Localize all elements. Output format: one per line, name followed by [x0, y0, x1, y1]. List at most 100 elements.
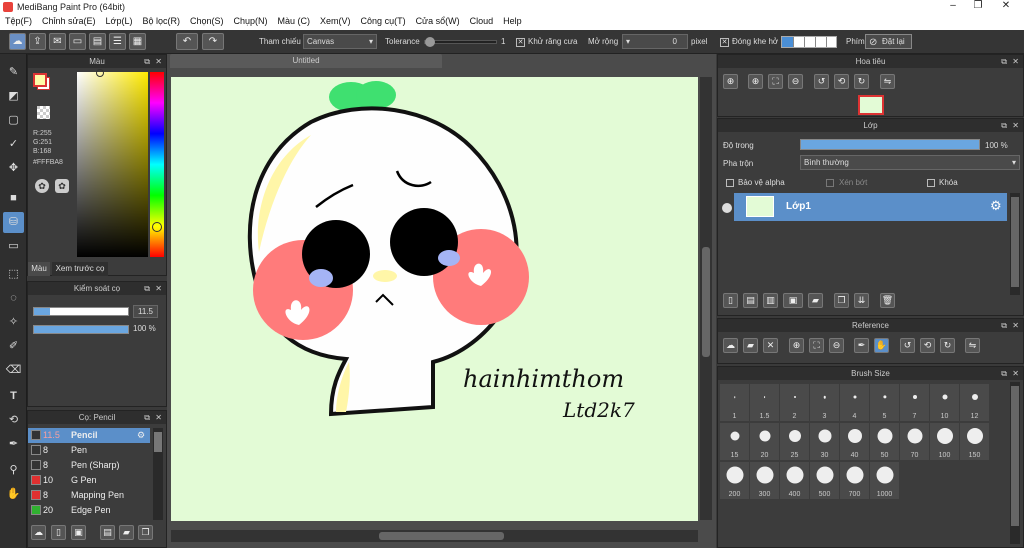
reset-button[interactable]: ⊘ Đặt lại: [865, 34, 912, 49]
lasso-tool-icon[interactable]: ◌: [3, 288, 24, 309]
panel-close-icon[interactable]: ✕: [1012, 55, 1019, 68]
brush-size-cell[interactable]: 4: [840, 384, 869, 421]
rotate-right-icon[interactable]: ↻: [854, 74, 869, 89]
eraser-tool-icon[interactable]: ◩: [3, 86, 24, 107]
reference-open-icon[interactable]: ▰: [743, 338, 758, 353]
gap-level-1[interactable]: [782, 37, 793, 47]
reference-flip-icon[interactable]: ⇋: [965, 338, 980, 353]
layer-visibility-icon[interactable]: [722, 203, 732, 213]
panel-float-icon[interactable]: ⧉: [1001, 319, 1007, 332]
brush-size-cell[interactable]: 30: [810, 423, 839, 460]
brush-size-cell[interactable]: 12: [960, 384, 989, 421]
panel-close-icon[interactable]: ✕: [1012, 367, 1019, 380]
brush-size-cell[interactable]: 5: [870, 384, 899, 421]
palette-icon[interactable]: ✿: [35, 179, 49, 193]
close-gap-checkbox[interactable]: ✕: [720, 38, 729, 47]
brush-size-cell[interactable]: 15: [720, 423, 749, 460]
brush-size-cell[interactable]: 400: [780, 462, 809, 499]
brush-size-cell[interactable]: 50: [870, 423, 899, 460]
new-8bit-layer-icon[interactable]: ▥: [763, 293, 778, 308]
brush-size-cell[interactable]: 20: [750, 423, 779, 460]
drawing-canvas[interactable]: hainhimthom Ltd2k7: [171, 77, 698, 521]
text-tool-icon[interactable]: T: [3, 386, 24, 407]
brush-size-cell[interactable]: 40: [840, 423, 869, 460]
scrollbar-thumb[interactable]: [1011, 197, 1019, 287]
comment-icon[interactable]: ✉: [49, 33, 66, 50]
reset-rotation-icon[interactable]: ⟲: [834, 74, 849, 89]
reference-zoom-in-icon[interactable]: ⊕: [789, 338, 804, 353]
bucket-tool-icon[interactable]: ⛁: [3, 212, 24, 233]
divide-tool-icon[interactable]: ✒: [3, 434, 24, 455]
reference-rotate-left-icon[interactable]: ↺: [900, 338, 915, 353]
eyedropper-tool-icon[interactable]: ⚲: [3, 460, 24, 481]
brush-size-cell[interactable]: 1: [720, 384, 749, 421]
minimize-icon[interactable]: –: [943, 0, 963, 11]
menu-cloud[interactable]: Cloud: [465, 15, 499, 27]
tab-brush-preview[interactable]: Xem trước cọ: [52, 262, 108, 276]
flip-horizontal-icon[interactable]: ⇋: [880, 74, 895, 89]
brush-size-cell[interactable]: 70: [900, 423, 929, 460]
layer-folder-icon[interactable]: ▰: [808, 293, 823, 308]
lock-checkbox[interactable]: [927, 179, 935, 187]
new-layer-icon[interactable]: ▯: [723, 293, 738, 308]
brush-opacity-slider[interactable]: [33, 325, 129, 334]
select-eraser-tool-icon[interactable]: ⌫: [3, 360, 24, 381]
panel-close-icon[interactable]: ✕: [155, 55, 162, 68]
panel-float-icon[interactable]: ⧉: [144, 411, 150, 424]
menu-layer[interactable]: Lớp(L): [101, 15, 138, 27]
menu-color[interactable]: Màu (C): [273, 15, 316, 27]
expand-input[interactable]: ▾ 0: [622, 34, 688, 49]
antialias-checkbox[interactable]: ✕: [516, 38, 525, 47]
tab-color[interactable]: Màu: [28, 262, 50, 276]
tolerance-slider[interactable]: [424, 37, 497, 47]
brush-size-cell[interactable]: 25: [780, 423, 809, 460]
gradient-tool-icon[interactable]: ▭: [3, 236, 24, 257]
canvas-horizontal-scrollbar[interactable]: [171, 530, 698, 542]
brush-duplicate-icon[interactable]: ❐: [138, 525, 153, 540]
hue-slider[interactable]: [150, 72, 164, 257]
brush-folder-icon[interactable]: ▰: [119, 525, 134, 540]
new-halftone-layer-icon[interactable]: ▤: [743, 293, 758, 308]
reference-cloud-icon[interactable]: ☁: [723, 338, 738, 353]
reference-hand-icon[interactable]: ✋: [874, 338, 889, 353]
share-icon[interactable]: ⇪: [29, 33, 46, 50]
tolerance-slider-handle[interactable]: [425, 37, 435, 47]
magic-wand-tool-icon[interactable]: ✧: [3, 312, 24, 333]
brush-size-cell[interactable]: 100: [930, 423, 959, 460]
hand-tool-icon[interactable]: ✋: [3, 484, 24, 505]
dot-pen-tool-icon[interactable]: ✓: [3, 134, 24, 155]
document-tab[interactable]: Untitled: [170, 54, 442, 68]
rectangle-tool-icon[interactable]: ▢: [3, 110, 24, 131]
menu-tools[interactable]: Công cụ(T): [356, 15, 411, 27]
brush-size-cell[interactable]: 1.5: [750, 384, 779, 421]
menu-view[interactable]: Xem(V): [315, 15, 356, 27]
panel-close-icon[interactable]: ✕: [1012, 119, 1019, 132]
brush-size-cell[interactable]: 700: [840, 462, 869, 499]
merge-layer-icon[interactable]: ⇊: [854, 293, 869, 308]
close-icon[interactable]: ✕: [996, 0, 1016, 11]
operation-tool-icon[interactable]: ⟲: [3, 410, 24, 431]
add-brush-icon[interactable]: ☁: [31, 525, 46, 540]
brush-size-value[interactable]: 11.5: [133, 305, 158, 318]
zoom-out-icon[interactable]: ⊖: [788, 74, 803, 89]
clip-checkbox[interactable]: [826, 179, 834, 187]
cloud-icon[interactable]: ☁: [9, 33, 26, 50]
brush-size-cell[interactable]: 150: [960, 423, 989, 460]
panel-close-icon[interactable]: ✕: [1012, 319, 1019, 332]
brush-size-cell[interactable]: 2: [780, 384, 809, 421]
chat-icon[interactable]: ▭: [69, 33, 86, 50]
brush-size-cell[interactable]: 3: [810, 384, 839, 421]
menu-edit[interactable]: Chỉnh sửa(E): [37, 15, 101, 27]
add-layer-menu-icon[interactable]: ▣: [783, 293, 803, 308]
brush-size-cell[interactable]: 7: [900, 384, 929, 421]
reference-close-icon[interactable]: ✕: [763, 338, 778, 353]
brush-size-cell[interactable]: 10: [930, 384, 959, 421]
move-tool-icon[interactable]: ✥: [3, 158, 24, 179]
layer-opacity-slider[interactable]: [800, 139, 980, 150]
menu-filter[interactable]: Bộ lọc(R): [137, 15, 185, 27]
protect-alpha-checkbox[interactable]: [726, 179, 734, 187]
select-rect-tool-icon[interactable]: ⬚: [3, 264, 24, 285]
menu-window[interactable]: Cửa sổ(W): [411, 15, 465, 27]
brush-tool-icon[interactable]: ✎: [3, 62, 24, 83]
blend-mode-select[interactable]: Bình thường ▾: [800, 155, 1020, 170]
